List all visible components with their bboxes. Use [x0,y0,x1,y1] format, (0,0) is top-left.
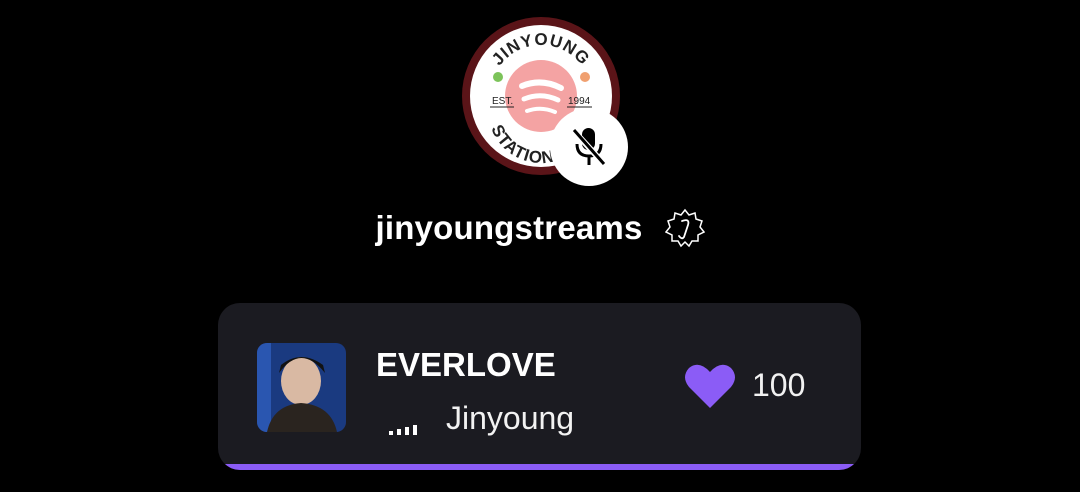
username[interactable]: jinyoungstreams [375,209,642,247]
verified-badge-icon [664,208,705,248]
mic-off-icon [570,127,608,168]
logo-est-text: EST. [492,96,513,107]
track-title: EVERLOVE [376,346,556,383]
logo-year-text: 1994 [568,96,591,107]
username-row: jinyoungstreams [0,204,1080,252]
playback-progress-bar [218,464,861,470]
equalizer-icon [389,425,417,435]
like-count: 100 [752,367,806,403]
now-playing-card[interactable]: EVERLOVE Jinyoung 100 [218,303,861,470]
artist-name: Jinyoung [446,400,575,436]
mute-button[interactable] [550,108,628,186]
heart-icon[interactable] [684,362,736,410]
album-cover [257,343,346,432]
